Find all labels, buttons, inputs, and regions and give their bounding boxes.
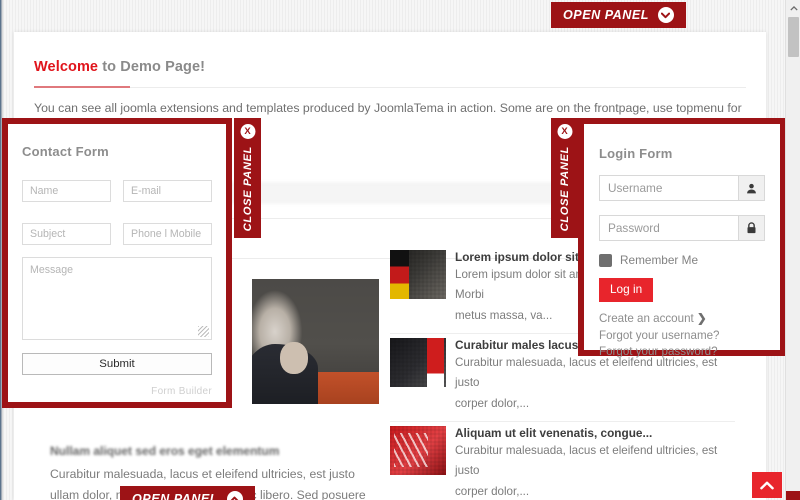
bottom-article-title[interactable]: Nullam aliquet sed eros eget elementum <box>50 444 370 458</box>
remember-me-label: Remember Me <box>620 253 699 267</box>
welcome-heading-highlight: Welcome <box>34 59 99 75</box>
article-desc-line-2: corper dolor,... <box>455 397 530 410</box>
chevron-down-icon <box>657 7 674 23</box>
message-textarea[interactable]: Message <box>22 257 212 340</box>
email-input[interactable]: E-mail <box>123 180 212 202</box>
featured-article-photo <box>252 279 379 404</box>
welcome-accent-underline <box>34 86 130 88</box>
page-scrollbar[interactable] <box>785 0 800 500</box>
scrollbar-thumb[interactable] <box>788 17 799 57</box>
phone-input[interactable]: Phone l Mobile <box>123 223 212 245</box>
create-account-link[interactable]: Create an account ❯ <box>599 311 765 328</box>
remember-me-checkbox[interactable] <box>599 253 612 267</box>
remember-me-row[interactable]: Remember Me <box>599 253 765 267</box>
form-builder-credit[interactable]: Form Builder <box>22 386 212 397</box>
login-form-panel: Login Form Username Password Remember Me… <box>578 118 786 358</box>
scrollbar-up-arrow[interactable] <box>786 0 800 16</box>
contact-row-1: Name E-mail <box>22 180 212 202</box>
open-panel-label: OPEN PANEL <box>563 8 649 22</box>
browser-viewport: Welcome to Demo Page! You can see all jo… <box>0 0 800 500</box>
login-button[interactable]: Log in <box>599 278 654 302</box>
chevron-right-icon: ❯ <box>696 312 707 325</box>
article-thumbnail <box>390 250 446 299</box>
contact-row-2: Subject Phone l Mobile <box>22 223 212 245</box>
close-panel-tab-login[interactable]: X CLOSE PANEL <box>551 118 578 238</box>
subject-input[interactable]: Subject <box>22 223 111 245</box>
open-panel-label: OPEN PANEL <box>132 492 218 500</box>
scroll-to-top-button[interactable] <box>752 472 782 498</box>
forgot-username-link[interactable]: Forgot your username? <box>599 328 765 345</box>
password-field[interactable]: Password <box>599 215 765 241</box>
contact-form-title: Contact Form <box>22 144 109 159</box>
name-input[interactable]: Name <box>22 180 111 202</box>
close-icon[interactable]: X <box>557 124 572 139</box>
lock-icon <box>738 216 764 240</box>
username-input[interactable]: Username <box>600 176 738 200</box>
scrollbar-bottom-strip <box>786 491 800 500</box>
welcome-heading-rest: to Demo Page! <box>98 59 206 75</box>
resize-grip-icon[interactable] <box>198 326 209 337</box>
close-icon[interactable]: X <box>240 124 255 139</box>
article-thumbnail <box>390 338 446 387</box>
open-panel-button-bottom[interactable]: OPEN PANEL <box>120 486 255 500</box>
list-item[interactable]: Aliquam ut elit venenatis, congue... Cur… <box>390 422 735 500</box>
close-panel-tab-label: CLOSE PANEL <box>241 145 254 231</box>
article-title[interactable]: Aliquam ut elit venenatis, congue... <box>455 426 735 440</box>
photo-hand-region <box>279 341 308 374</box>
login-links: Create an account ❯ Forgot your username… <box>599 311 765 361</box>
submit-button[interactable]: Submit <box>22 353 212 375</box>
article-desc-line-1: Curabitur malesuada, lacus et eleifend u… <box>455 444 718 477</box>
password-input[interactable]: Password <box>600 216 738 240</box>
contact-form-panel: Contact Form Name E-mail Subject Phone l… <box>2 118 232 408</box>
open-panel-button-top[interactable]: OPEN PANEL <box>551 2 686 28</box>
welcome-divider <box>34 87 746 88</box>
close-panel-tab-label: CLOSE PANEL <box>558 145 571 231</box>
user-icon <box>738 176 764 200</box>
article-thumbnail <box>390 426 446 475</box>
welcome-heading: Welcome to Demo Page! <box>34 59 205 75</box>
username-field[interactable]: Username <box>599 175 765 201</box>
forgot-password-link[interactable]: Forgot your password? <box>599 344 765 361</box>
close-panel-tab-contact[interactable]: X CLOSE PANEL <box>234 118 261 238</box>
message-placeholder: Message <box>30 264 73 276</box>
chevron-up-icon <box>760 481 774 489</box>
create-account-label: Create an account <box>599 312 694 325</box>
article-desc-line-2: corper dolor,... <box>455 485 530 498</box>
chevron-up-icon <box>226 491 243 500</box>
login-form-title: Login Form <box>599 146 673 161</box>
